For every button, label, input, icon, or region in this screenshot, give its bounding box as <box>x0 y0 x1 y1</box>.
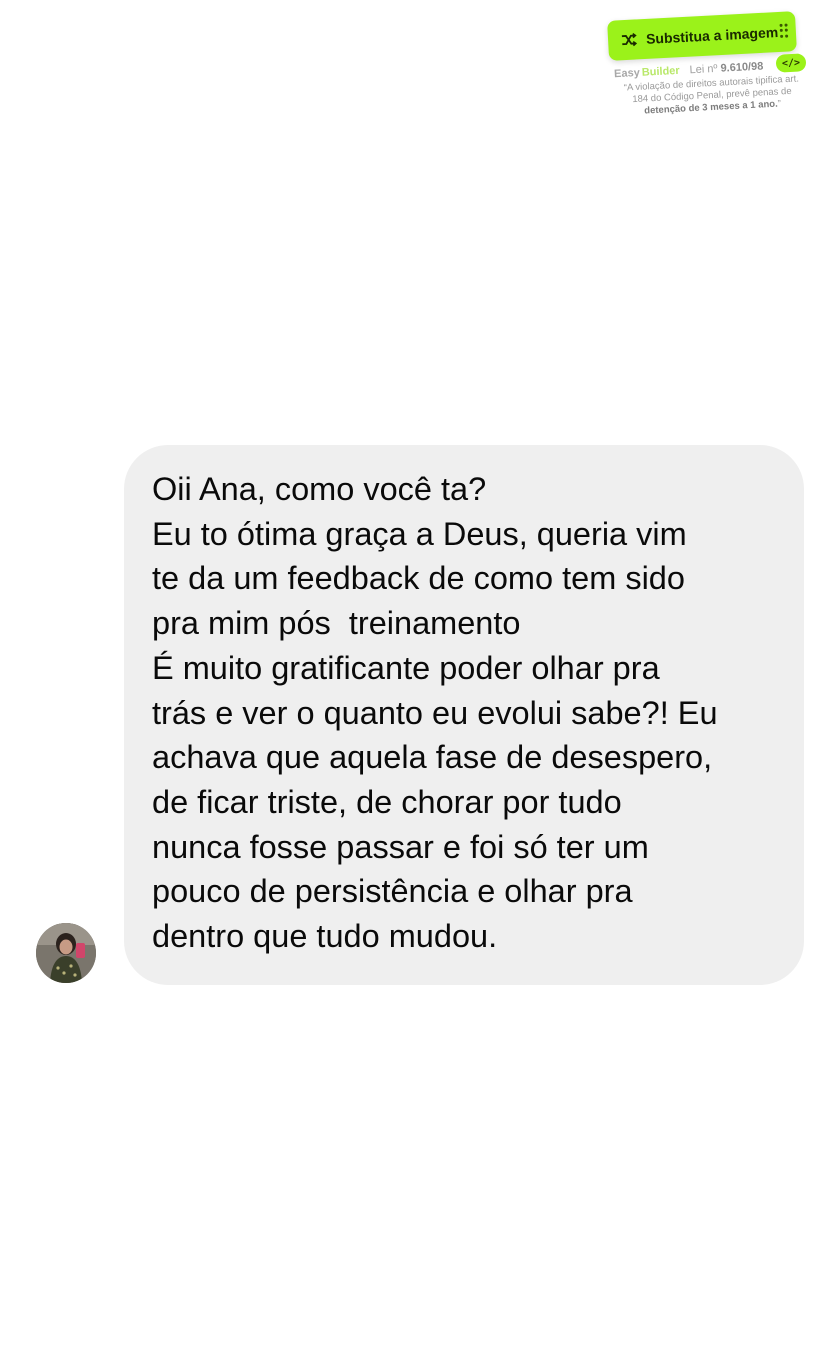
sender-avatar[interactable] <box>36 923 96 983</box>
message-line: Oii Ana, como você ta? <box>152 471 487 507</box>
replace-image-button[interactable]: Substitua a imagem <box>607 11 797 61</box>
law-reference: Lei nº 9.610/98 <box>689 60 763 76</box>
law-prefix: Lei nº <box>689 62 718 77</box>
code-icon[interactable]: </> <box>775 53 807 73</box>
law-number: 9.610/98 <box>720 60 764 75</box>
copyright-watermark: Substitua a imagem Easy Builder Lei nº 9… <box>600 8 820 118</box>
message-line: É muito gratificante poder olhar pra <box>152 649 660 686</box>
legal-quote-end: ” <box>777 98 782 110</box>
shuffle-icon <box>620 30 639 49</box>
message-line: dentro que tudo mudou. <box>152 918 498 955</box>
message-line: de ficar triste, de chorar por tudo <box>152 783 622 820</box>
message-line: pra mim pós treinamento <box>152 605 521 642</box>
avatar-photo-icon <box>36 923 96 983</box>
drag-handle-icon[interactable] <box>779 23 789 38</box>
message-line: te da um feedback de como tem sido <box>152 560 685 597</box>
brand-builder: Builder <box>641 64 680 79</box>
brand-easy: Easy <box>613 66 641 81</box>
message-line: achava que aquela fase de desespero, <box>152 739 713 776</box>
message-line: pouco de persistência e olhar pra <box>152 873 633 910</box>
message-line: Eu to ótima graça a Deus, queria vim <box>152 515 687 552</box>
message-line: nunca fosse passar e foi só ter um <box>152 828 649 865</box>
replace-image-label: Substitua a imagem <box>645 24 779 47</box>
message-text: Oii Ana, como você ta? Eu to ótima graça… <box>152 467 784 959</box>
message-line: trás e ver o quanto eu evolui sabe?! Eu <box>152 694 718 731</box>
received-message-bubble[interactable]: Oii Ana, como você ta? Eu to ótima graça… <box>124 445 804 985</box>
